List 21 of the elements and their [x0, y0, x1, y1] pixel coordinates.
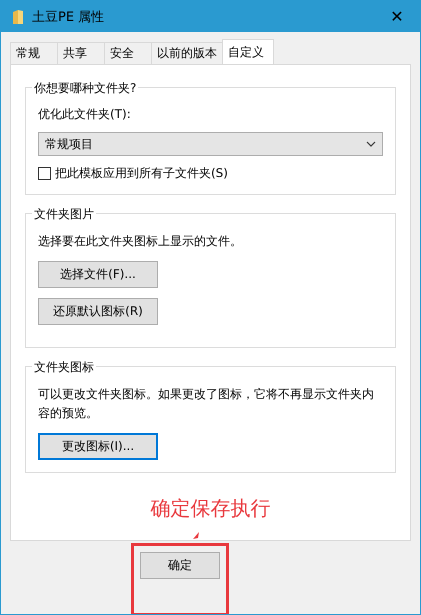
action-button[interactable]: 还原默认图标(R): [38, 298, 158, 325]
arrow-icon: [192, 532, 200, 540]
checkbox[interactable]: [38, 167, 51, 180]
field-label: 优化此文件夹(T):: [38, 106, 131, 123]
group-title: 文件夹图标: [32, 359, 96, 376]
tab[interactable]: 自定义: [222, 39, 274, 64]
change-icon-button[interactable]: 更改图标(I)...: [38, 433, 158, 460]
group-title: 文件夹图片: [32, 206, 96, 223]
checkbox-option[interactable]: 把此模板应用到所有子文件夹(S): [38, 165, 228, 182]
action-button[interactable]: 选择文件(F)...: [38, 261, 158, 288]
tab[interactable]: 常规: [10, 42, 58, 64]
description-text: 选择要在此文件夹图标上显示的文件。: [38, 233, 242, 250]
chevron-icon: [366, 141, 376, 147]
window-title: 土豆PE 属性: [32, 8, 106, 26]
description-text: 可以更改文件夹图标。如果更改了图标，它将不再显示文件夹内容的预览。: [38, 386, 375, 422]
folder-icon: [12, 8, 24, 24]
dropdown[interactable]: 常规项目: [38, 132, 383, 156]
ok-button[interactable]: 确定: [140, 552, 220, 579]
group-title: 你想要哪种文件夹?: [32, 80, 138, 97]
annotation-text: 确定保存执行: [150, 495, 270, 522]
close-button[interactable]: ✕: [374, 1, 420, 32]
